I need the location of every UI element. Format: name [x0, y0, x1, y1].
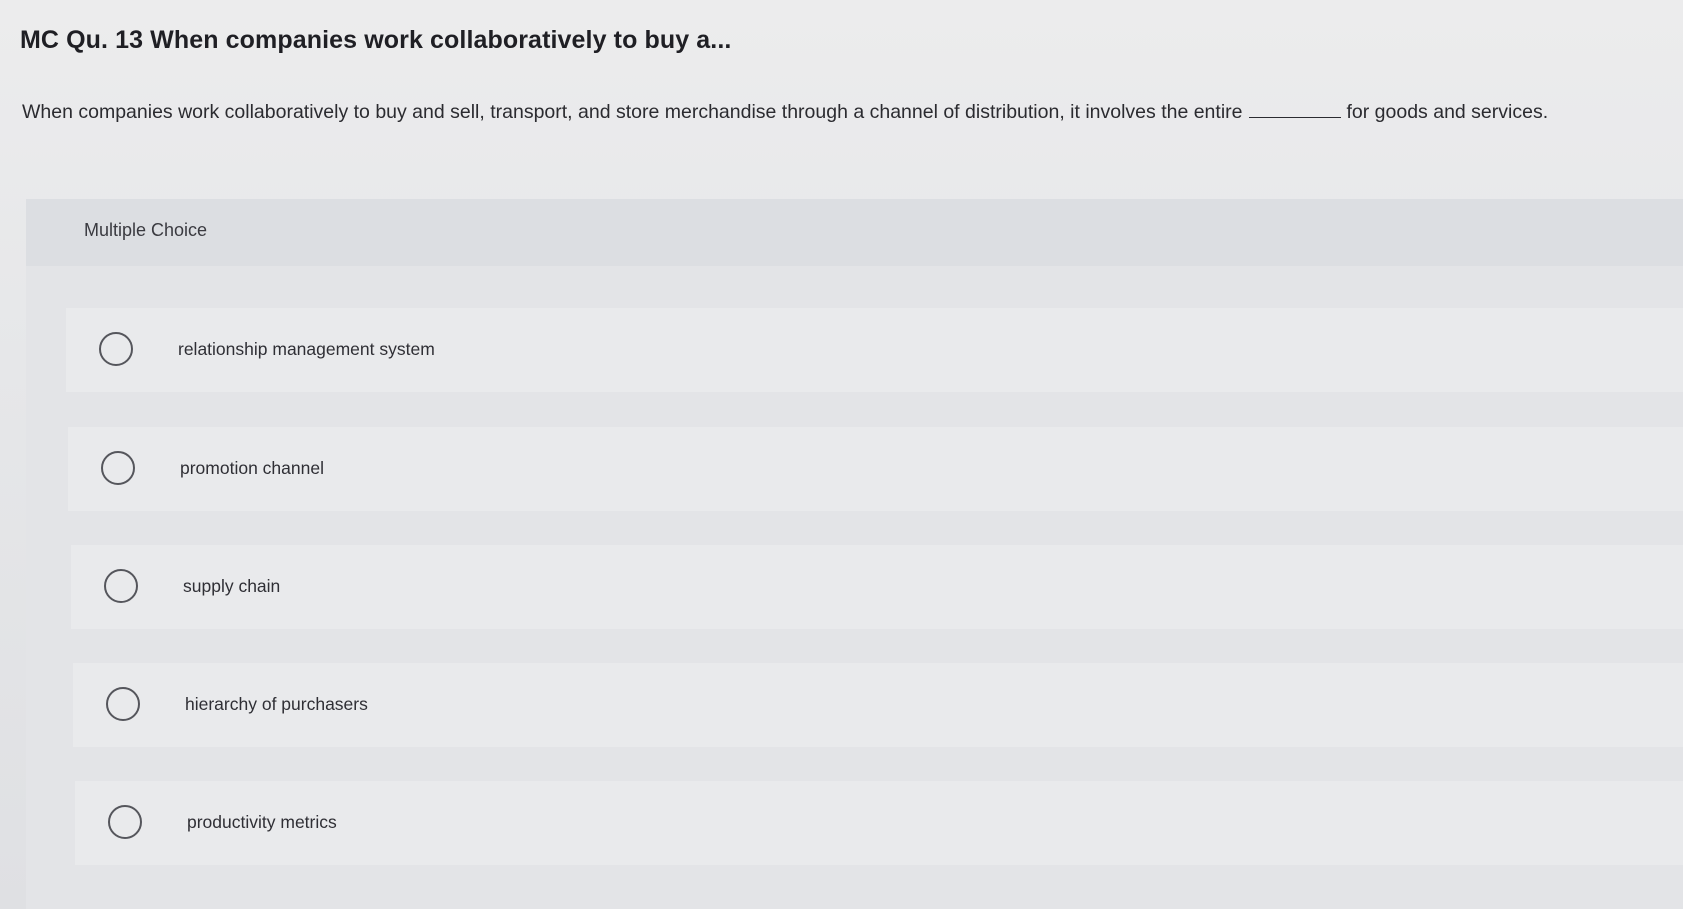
question-stem: When companies work collaboratively to b… [22, 101, 1548, 124]
question-title: MC Qu. 13 When companies work collaborat… [20, 26, 732, 54]
answer-option-label: promotion channel [180, 458, 324, 478]
radio-button-icon[interactable] [104, 569, 138, 603]
radio-button-icon[interactable] [108, 805, 142, 839]
stem-text-after-blank: for goods and services. [1346, 101, 1549, 123]
answer-option-label: supply chain [183, 576, 281, 596]
radio-button-icon[interactable] [106, 687, 140, 721]
answer-card-header: Multiple Choice [26, 199, 1683, 266]
answer-option-label: hierarchy of purchasers [185, 694, 368, 714]
stem-text-before-blank: When companies work collaboratively to b… [22, 101, 1243, 123]
question-page: MC Qu. 13 When companies work collaborat… [0, 0, 1683, 909]
answer-option[interactable]: hierarchy of purchasers [73, 663, 1683, 747]
answer-option[interactable]: productivity metrics [75, 781, 1683, 865]
radio-button-icon[interactable] [101, 451, 135, 485]
answer-option[interactable]: relationship management system [66, 308, 1683, 392]
answer-option[interactable]: promotion channel [68, 427, 1683, 511]
answer-option-label: relationship management system [178, 339, 435, 359]
fill-in-blank [1248, 103, 1341, 118]
answer-option-label: productivity metrics [187, 812, 337, 832]
question-type-label: Multiple Choice [84, 220, 208, 240]
radio-button-icon[interactable] [99, 332, 133, 366]
answer-option[interactable]: supply chain [71, 545, 1683, 629]
